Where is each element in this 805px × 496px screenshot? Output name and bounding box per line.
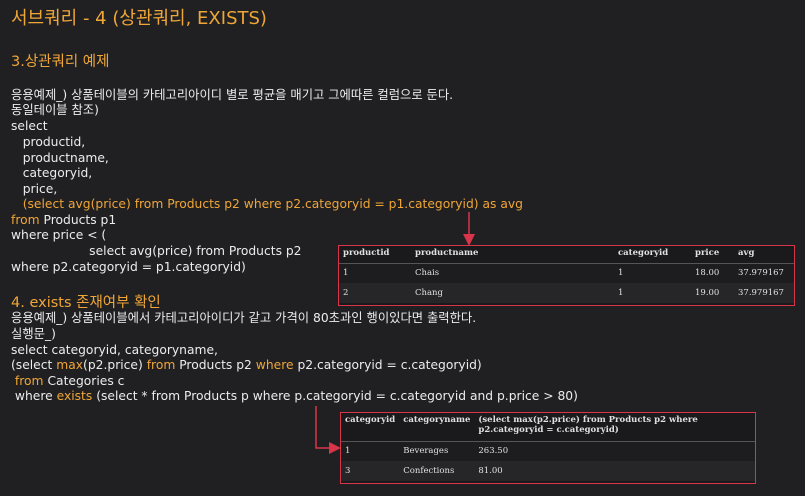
arrow-annotations [315, 212, 475, 454]
arrow-to-exists-table [315, 406, 341, 454]
